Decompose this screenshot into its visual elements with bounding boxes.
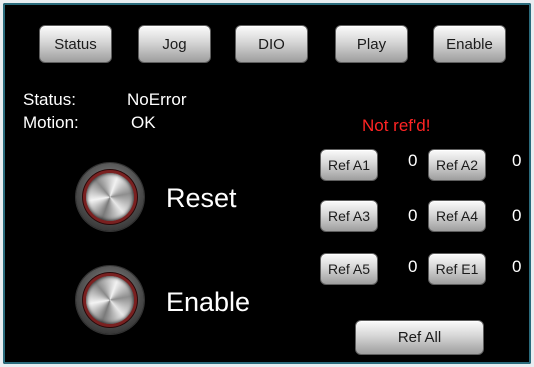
reset-label: Reset <box>166 183 237 213</box>
enable-label: Enable <box>166 287 251 317</box>
ref-a1-value: 0 <box>408 151 418 170</box>
enable-knob-button[interactable] <box>76 266 144 334</box>
status-value: NoError <box>127 90 187 109</box>
ref-all-button[interactable]: Ref All <box>355 320 484 355</box>
motion-value: OK <box>131 113 156 132</box>
knob-ring <box>83 170 137 224</box>
ref-e1-button[interactable]: Ref E1 <box>428 253 486 285</box>
ref-a3-value: 0 <box>408 206 418 225</box>
ref-a1-button[interactable]: Ref A1 <box>320 149 378 181</box>
status-label: Status: <box>23 90 76 109</box>
tab-play[interactable]: Play <box>335 25 408 63</box>
knob-face <box>86 173 134 221</box>
knob-ring <box>83 273 137 327</box>
tab-enable[interactable]: Enable <box>433 25 506 63</box>
motion-label: Motion: <box>23 113 79 132</box>
not-referenced-warning: Not ref'd! <box>362 116 431 135</box>
tab-dio[interactable]: DIO <box>235 25 308 63</box>
control-panel: Status Jog DIO Play Enable Status: NoErr… <box>3 3 531 364</box>
ref-a5-value: 0 <box>408 257 418 276</box>
ref-a2-button[interactable]: Ref A2 <box>428 149 486 181</box>
ref-a4-value: 0 <box>512 206 522 225</box>
ref-a4-button[interactable]: Ref A4 <box>428 200 486 232</box>
tab-jog[interactable]: Jog <box>138 25 211 63</box>
ref-a5-button[interactable]: Ref A5 <box>320 253 378 285</box>
knob-face <box>86 276 134 324</box>
tab-status[interactable]: Status <box>39 25 112 63</box>
reset-knob-button[interactable] <box>76 163 144 231</box>
ref-a2-value: 0 <box>512 151 522 170</box>
ref-a3-button[interactable]: Ref A3 <box>320 200 378 232</box>
ref-e1-value: 0 <box>512 257 522 276</box>
